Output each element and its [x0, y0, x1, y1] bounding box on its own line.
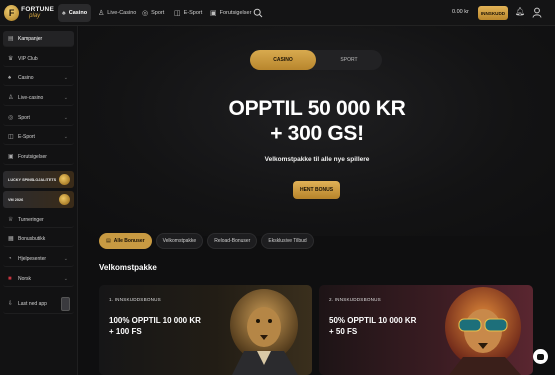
get-bonus-button[interactable]: HENT BONUS: [293, 181, 340, 199]
sidebar-item-bonus-shop[interactable]: ▦ Bonusbutikk: [3, 231, 74, 247]
card-title: 50% OPPTIL 10 000 KR + 50 FS: [329, 316, 417, 336]
nav-sport[interactable]: ◎ Sport: [138, 4, 168, 22]
sidebar-item-casino[interactable]: ♠ Casino ⌄: [3, 70, 74, 86]
sport-icon: ◎: [8, 115, 14, 121]
sidebar-item-esport[interactable]: ◫ E-Sport ⌄: [3, 129, 74, 145]
deposit-button[interactable]: INNSKUDD: [478, 6, 508, 20]
main-content: CASINO SPORT OPPTIL 50 000 KR + 300 GS! …: [79, 26, 555, 375]
filter-welcome-package[interactable]: Velkomstpakke: [155, 233, 204, 249]
hero-subtitle: Velkomstpakke til alle nye spillere: [264, 156, 370, 163]
sidebar-item-download-app[interactable]: ⇩ Last ned app: [3, 294, 74, 314]
logo-text: FORTUNE: [21, 6, 54, 13]
sidebar-item-tournaments[interactable]: ♕ Turneringer: [3, 212, 74, 228]
switch-sport[interactable]: SPORT: [316, 50, 382, 70]
sport-icon: ◎: [142, 10, 149, 17]
balance[interactable]: 0.00 kr: [452, 9, 469, 15]
filter-exclusive-offers[interactable]: Eksklusive Tilbud: [261, 233, 314, 249]
help-icon: ◔: [8, 255, 12, 262]
bonus-filters: ▤ Alle Bonuser Velkomstpakke Reload-Bonu…: [99, 233, 314, 249]
chevron-down-icon: ⌄: [63, 255, 68, 262]
predictions-icon: ▣: [8, 154, 14, 160]
chevron-down-icon: ⌄: [63, 114, 68, 121]
sidebar-item-predictions[interactable]: ▣ Forutsigelser: [3, 149, 74, 165]
filter-all-bonuses[interactable]: ▤ Alle Bonuser: [99, 233, 152, 249]
crown-icon: ♛: [8, 56, 14, 62]
casino-icon: ♠: [8, 74, 12, 81]
promo-lucky-spins[interactable]: LUCKY SPINS LOJALITETS: [3, 171, 74, 188]
live-casino-icon: ♙: [8, 95, 14, 101]
promo-vm-2026[interactable]: VM 2026: [3, 191, 74, 208]
card-tag: 2. INNSKUDDSBONUS: [329, 297, 381, 302]
sidebar: ▤ Kampanjer ♛ VIP Club ♠ Casino ⌄ ♙ Live…: [0, 26, 78, 375]
esport-icon: ◫: [174, 10, 181, 17]
chevron-down-icon: ⌄: [63, 94, 68, 101]
shop-icon: ▦: [8, 236, 14, 242]
chevron-down-icon: ⌄: [63, 275, 68, 282]
top-bar: F FORTUNE play ♠ Casino ♙ Live-Casino ◎ …: [0, 0, 555, 26]
trophy-badge-icon: [59, 194, 70, 205]
phone-icon: [61, 297, 70, 311]
chevron-down-icon: ⌄: [63, 74, 68, 81]
switch-casino[interactable]: CASINO: [250, 50, 316, 70]
filter-reload-bonuses[interactable]: Reload-Bonuser: [207, 233, 258, 249]
chat-icon: [537, 353, 544, 360]
nav-esport[interactable]: ◫ E-Sport: [170, 4, 206, 22]
hero-title: OPPTIL 50 000 KR + 300 GS!: [228, 97, 406, 145]
nav-live-casino[interactable]: ♙ Live-Casino: [94, 4, 140, 22]
sidebar-item-sport[interactable]: ◎ Sport ⌄: [3, 110, 74, 126]
flag-icon: ■: [8, 275, 12, 282]
live-casino-icon: ♙: [98, 10, 105, 17]
gift-icon: ▤: [106, 238, 111, 244]
sidebar-item-kampanjer[interactable]: ▤ Kampanjer: [3, 31, 74, 47]
esport-icon: ◫: [8, 134, 14, 140]
bell-icon[interactable]: 🔔︎: [515, 7, 525, 16]
casino-sport-switch: CASINO SPORT: [250, 50, 382, 70]
promo-badge-icon: [59, 174, 70, 185]
card-title: 100% OPPTIL 10 000 KR + 100 FS: [109, 316, 201, 336]
logo-subtext: play: [29, 13, 41, 19]
predictions-icon: ▣: [210, 10, 217, 17]
chevron-down-icon: ⌄: [63, 133, 68, 140]
nav-predictions[interactable]: ▣ Forutsigelser: [206, 4, 255, 22]
casino-icon: ♠: [62, 9, 66, 17]
logo-seal-icon: F: [4, 5, 20, 21]
search-icon[interactable]: [253, 8, 263, 18]
card-tag: 1. INNSKUDDSBONUS: [109, 297, 161, 302]
section-title: Velkomstpakke: [99, 263, 157, 272]
bonus-card-1[interactable]: 1. INNSKUDDSBONUS 100% OPPTIL 10 000 KR …: [99, 285, 312, 375]
sidebar-item-language[interactable]: ■ Norsk ⌄: [3, 271, 74, 287]
chat-button[interactable]: [533, 349, 548, 364]
nav-casino[interactable]: ♠ Casino: [58, 4, 92, 22]
sidebar-item-live-casino[interactable]: ♙ Live-casino ⌄: [3, 90, 74, 106]
logo[interactable]: F FORTUNE play: [4, 3, 54, 23]
bonus-card-2[interactable]: 2. INNSKUDDSBONUS 50% OPPTIL 10 000 KR +…: [319, 285, 533, 375]
trophy-icon: ♕: [8, 217, 14, 223]
download-icon: ⇩: [8, 301, 14, 307]
gift-icon: ▤: [8, 36, 14, 42]
user-icon[interactable]: [532, 7, 542, 18]
sidebar-item-vip-club[interactable]: ♛ VIP Club: [3, 51, 74, 67]
sidebar-item-help-center[interactable]: ◔ Hjelpesenter ⌄: [3, 251, 74, 267]
